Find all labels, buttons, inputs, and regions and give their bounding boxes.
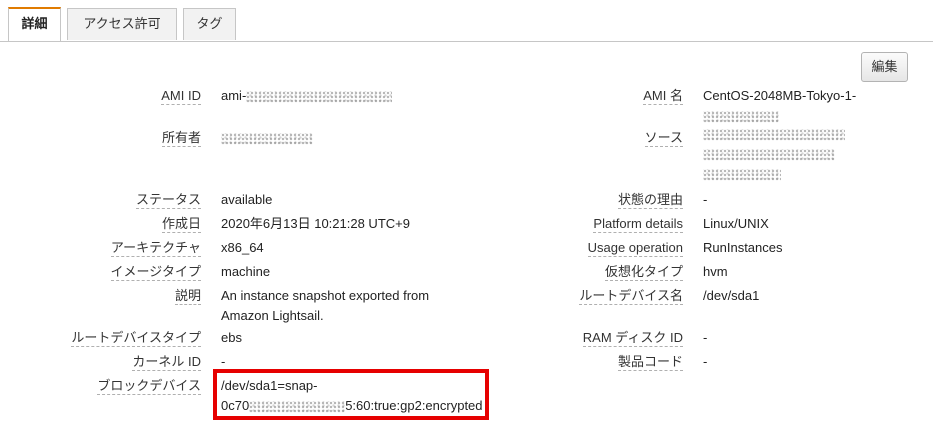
product-code-value: - [703,354,708,369]
architecture-value: x86_64 [221,240,264,255]
ami-name-value-masked [703,107,779,124]
redacted-mask [703,110,779,123]
image-type-value: machine [221,264,271,279]
platform-details-value: Linux/UNIX [703,216,769,231]
kernel-id-label: カーネル ID [132,354,201,371]
virtualization-type-label: 仮想化タイプ [604,264,683,281]
source-value [703,125,845,142]
platform-details-label: Platform details [593,216,683,233]
tab-bar: 詳細 アクセス許可 タグ [0,0,933,42]
ram-disk-id-label: RAM ディスク ID [582,330,683,347]
tab-tags[interactable]: タグ [183,8,236,40]
highlight-box [213,369,489,420]
redacted-mask [703,168,781,181]
state-reason-value: - [703,192,708,207]
owner-value [221,129,313,146]
image-type-label: イメージタイプ [110,264,201,281]
root-device-name-value: /dev/sda1 [703,288,760,303]
block-devices-label: ブロックデバイス [97,378,201,395]
owner-label: 所有者 [161,130,201,147]
status-label: ステータス [135,192,201,209]
redacted-mask [246,90,393,103]
description-value-line1: An instance snapshot exported from [221,288,430,303]
redacted-mask [703,128,845,141]
description-value-line2: Amazon Lightsail. [221,308,324,323]
ami-id-value: ami- [221,87,393,104]
source-label: ソース [644,130,683,147]
product-code-label: 製品コード [617,354,683,371]
ami-id-label: AMI ID [161,88,201,105]
kernel-id-value: - [221,354,226,369]
source-value-line2 [703,145,835,162]
ram-disk-id-value: - [703,330,708,345]
state-reason-label: 状態の理由 [617,192,683,209]
redacted-mask [221,132,313,145]
redacted-mask [703,148,835,161]
root-device-name-label: ルートデバイス名 [579,288,683,305]
tab-permissions[interactable]: アクセス許可 [67,8,177,40]
description-label: 説明 [174,288,201,305]
usage-operation-label: Usage operation [587,240,683,257]
status-value: available [221,192,273,207]
virtualization-type-value: hvm [703,264,728,279]
usage-operation-value: RunInstances [703,240,783,255]
architecture-label: アーキテクチャ [110,240,201,257]
source-value-line3 [703,165,781,182]
root-device-type-label: ルートデバイスタイプ [71,330,201,347]
creation-date-value: 2020年6月13日 10:21:28 UTC+9 [221,216,410,231]
tab-details[interactable]: 詳細 [8,7,61,41]
ami-name-value: CentOS-2048MB-Tokyo-1- [703,88,857,103]
root-device-type-value: ebs [221,330,242,345]
edit-button[interactable]: 編集 [861,52,908,82]
creation-date-label: 作成日 [161,216,201,233]
ami-name-label: AMI 名 [643,88,683,105]
